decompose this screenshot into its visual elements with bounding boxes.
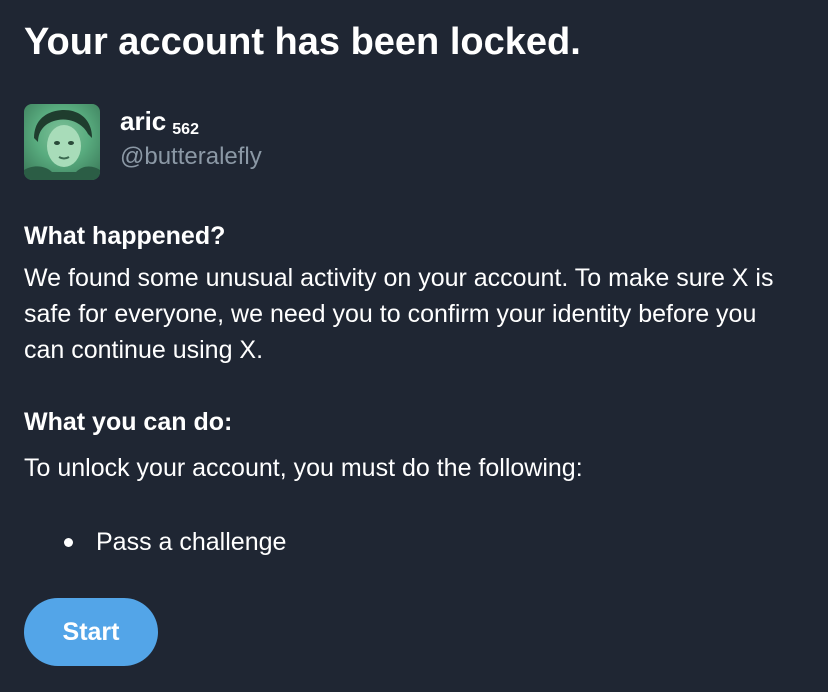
user-count-badge: 562 xyxy=(172,121,199,138)
user-profile: aric 562 @butteralefly xyxy=(24,104,624,184)
step-label: Pass a challenge xyxy=(96,528,287,556)
list-item: Pass a challenge xyxy=(24,524,286,560)
user-display-name: aric xyxy=(120,106,167,136)
what-happened-heading: What happened? xyxy=(24,222,226,250)
avatar-photo xyxy=(24,104,100,180)
what-you-can-do-text: To unlock your account, you must do the … xyxy=(24,454,583,482)
user-name: aric 562 xyxy=(120,106,199,145)
user-handle: @butteralefly xyxy=(120,143,262,170)
start-button[interactable]: Start xyxy=(24,598,158,666)
page-title: Your account has been locked. xyxy=(24,21,581,63)
what-happened-text: We found some unusual activity on your a… xyxy=(24,264,774,364)
what-you-can-do-heading: What you can do: xyxy=(24,408,233,436)
bullet-icon xyxy=(64,538,73,547)
avatar xyxy=(24,104,100,180)
unlock-steps-list: Pass a challenge xyxy=(24,524,286,560)
